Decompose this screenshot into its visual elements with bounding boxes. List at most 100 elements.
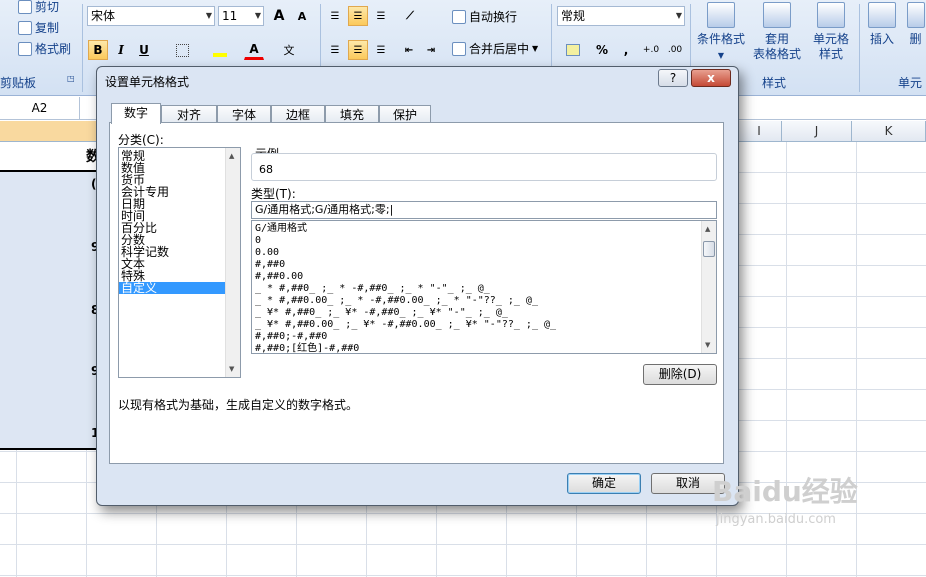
category-label: 分类(C): [118,133,164,147]
name-box[interactable]: A2 [0,97,80,120]
format-cells-dialog: 设置单元格格式 ? x 数字 对齐 字体 边框 填充 保护 分类(C): 常规数… [96,66,739,506]
chevron-down-icon: ▼ [532,44,539,53]
chevron-down-icon: ▼ [717,51,725,60]
increase-decimal-button[interactable]: +.0 [640,40,662,60]
styles-group-label: 样式 [762,76,787,90]
align-right-icon: ☰ [376,44,386,56]
align-center-button[interactable]: ☰ [348,40,368,60]
header-cell[interactable] [0,142,96,172]
number-format-combo[interactable]: 常规 ▼ [557,6,685,26]
type-label: 类型(T): [251,187,296,201]
font-size-combo[interactable]: 11 ▼ [218,6,264,26]
watermark-url: jingyan.baidu.com [716,512,836,527]
sample-value: 68 [259,163,273,176]
format-code-item[interactable]: _ * #,##0_ ;_ * -#,##0_ ;_ * "-"_ ;_ @_ [252,283,716,295]
delete-format-button[interactable]: 删除(D) [643,364,717,385]
phonetic-button[interactable]: 文 [279,40,299,60]
format-code-item[interactable]: #,##0;-#,##0 [252,331,716,343]
format-as-table-button[interactable]: 套用 表格格式 [749,2,805,62]
align-middle-icon: ☰ [353,10,363,22]
underline-button[interactable]: U [134,40,154,60]
category-item[interactable]: 自定义 [119,282,240,294]
scroll-up-icon[interactable]: ▲ [229,152,234,160]
cell-styles-button[interactable]: 单元格 样式 [806,2,856,62]
format-code-item[interactable]: #,##0 [252,259,716,271]
wrap-icon [452,9,466,24]
baidu-watermark: Baidu经验 jingyan.baidu.com [712,474,882,564]
scroll-down-icon[interactable]: ▼ [705,341,710,349]
column-header-j[interactable]: J [782,121,852,142]
shrink-font-button[interactable]: A [292,6,312,26]
selected-range[interactable]: 数 ( 9 8 9 1 [0,142,100,450]
category-items: 常规 数值 货币 会计专用 日期 时间 百分比 分数 科学记数 文本 特殊 自定义 [119,148,240,294]
copy-button[interactable]: 复制 [18,19,59,36]
category-scrollbar[interactable]: ▲ ▼ [225,148,240,377]
column-header-k[interactable]: K [852,121,926,142]
comma-button[interactable]: , [616,40,636,60]
merge-center-button[interactable]: 合并后居中 ▼ [452,40,538,57]
bold-button[interactable]: B [88,40,108,60]
delete-cells-button[interactable]: 删 [905,2,926,47]
format-code-item[interactable]: _ ¥* #,##0.00_ ;_ ¥* -#,##0.00_ ;_ ¥* "-… [252,319,716,331]
insert-cells-button[interactable]: 插入 [862,2,902,47]
format-code-item[interactable]: 0 [252,235,716,247]
font-color-button[interactable]: A [244,40,264,60]
insert-icon [868,2,896,28]
dialog-launcher-icon[interactable]: ◳ [67,74,75,83]
wrap-text-button[interactable]: 自动换行 [452,8,517,25]
scroll-down-icon[interactable]: ▼ [229,365,234,373]
help-button[interactable]: ? [658,69,688,87]
dialog-title: 设置单元格格式 [105,75,190,89]
close-icon: x [707,71,715,85]
type-input[interactable]: G/通用格式;G/通用格式;零;| [251,201,717,219]
format-code-list[interactable]: G/通用格式 0 0.00 #,##0 #,##0.00 _ * #,##0_ ;_ * … [251,220,717,354]
category-list[interactable]: 常规 数值 货币 会计专用 日期 时间 百分比 分数 科学记数 文本 特殊 自定义 ▲ ▼ [118,147,241,378]
decrease-indent-button[interactable]: ⇤ [399,40,419,60]
format-code-item[interactable]: 0.00 [252,247,716,259]
format-code-item[interactable]: #,##0.00 [252,271,716,283]
increase-indent-button[interactable]: ⇥ [421,40,441,60]
borders-button[interactable] [172,40,192,60]
group-separator [859,4,860,92]
format-scrollbar[interactable]: ▲ ▼ [701,221,716,353]
copy-icon [18,20,32,35]
scissors-icon [18,0,32,14]
scroll-thumb[interactable] [703,241,715,257]
selected-column-header[interactable] [0,121,96,142]
align-top-button[interactable]: ☰ [325,6,345,26]
close-button[interactable]: x [691,69,731,87]
format-painter-button[interactable]: 格式刷 [18,40,71,57]
conditional-format-icon [707,2,735,28]
accounting-format-button[interactable] [560,40,586,60]
table-icon [763,2,791,28]
format-code-item[interactable]: _ * #,##0.00_ ;_ * -#,##0.00_ ;_ * "-"??… [252,295,716,307]
conditional-format-button[interactable]: 条件格式 ▼ [694,2,748,63]
ok-button[interactable]: 确定 [567,473,641,494]
align-right-button[interactable]: ☰ [371,40,391,60]
format-code-item[interactable]: #,##0;[红色]-#,##0 [252,343,716,353]
clipboard-group-label: 剪贴板 [0,76,37,90]
format-code-item[interactable]: _ ¥* #,##0_ ;_ ¥* -#,##0_ ;_ ¥* "-"_ ;_ … [252,307,716,319]
align-top-icon: ☰ [330,10,340,22]
align-left-button[interactable]: ☰ [325,40,345,60]
watermark-logo-text: Baidu经验 [712,475,858,508]
align-bottom-icon: ☰ [376,10,386,22]
fill-color-button[interactable] [210,40,230,60]
cells-group-label: 单元 [898,76,923,90]
column-header-i[interactable]: I [737,121,782,142]
tab-number[interactable]: 数字 [111,103,161,124]
indent-icon: ⇥ [426,44,436,56]
percent-button[interactable]: % [592,40,612,60]
decrease-decimal-button[interactable]: .00 [664,40,686,60]
orientation-button[interactable]: ⟋ [400,6,420,26]
outdent-icon: ⇤ [404,44,414,56]
format-code-item[interactable]: G/通用格式 [252,223,716,235]
cut-button[interactable]: 剪切 [18,0,59,15]
align-bottom-button[interactable]: ☰ [371,6,391,26]
align-middle-button[interactable]: ☰ [348,6,368,26]
font-name-combo[interactable]: 宋体 ▼ [87,6,215,26]
scroll-up-icon[interactable]: ▲ [705,225,710,233]
grow-font-button[interactable]: A [269,6,289,26]
align-left-icon: ☰ [330,44,340,56]
italic-button[interactable]: I [111,40,131,60]
